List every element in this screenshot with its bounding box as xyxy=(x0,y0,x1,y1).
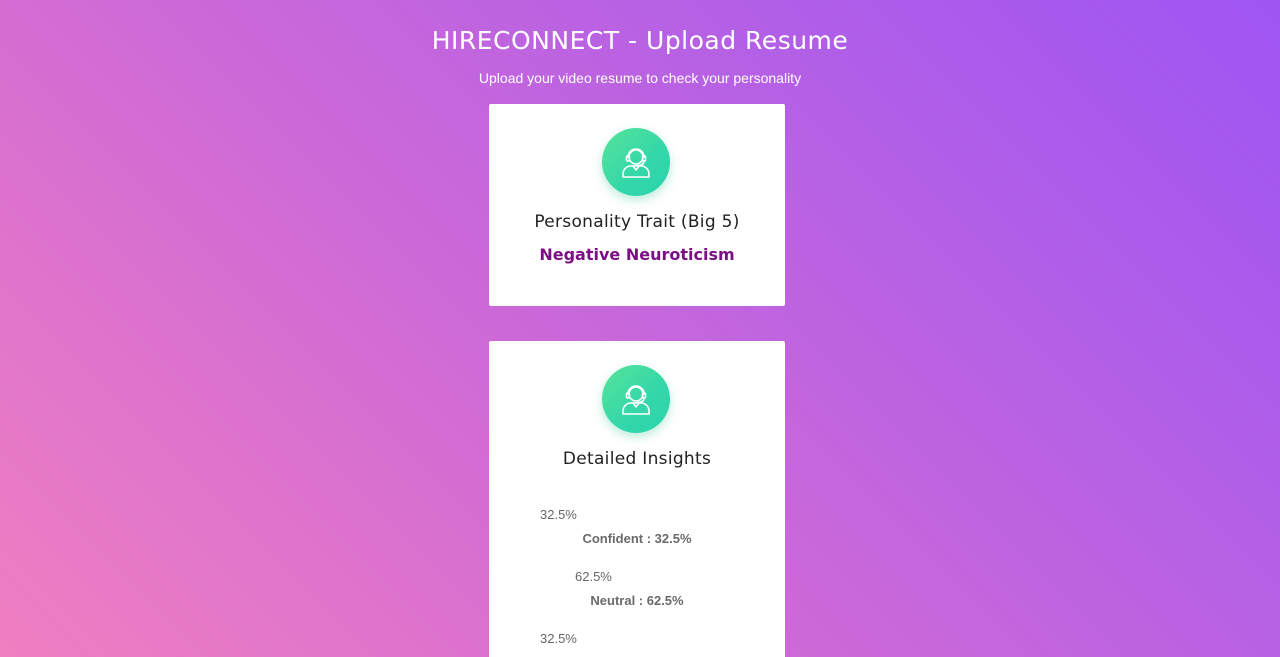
personality-trait-heading: Personality Trait (Big 5) xyxy=(534,212,740,232)
page-title: HIRECONNECT - Upload Resume xyxy=(431,26,849,55)
insight-percentage: 32.5% xyxy=(540,507,577,522)
detailed-insights-card: Detailed Insights 32.5% Confident : 32.5… xyxy=(489,341,785,657)
user-headset-icon xyxy=(602,365,670,433)
detailed-insights-heading: Detailed Insights xyxy=(562,449,712,469)
insight-percentage: 62.5% xyxy=(575,569,612,584)
page-subtitle: Upload your video resume to check your p… xyxy=(478,70,802,86)
personality-trait-value: Negative Neuroticism xyxy=(539,245,735,264)
insight-percentage: 32.5% xyxy=(540,631,577,646)
user-headset-icon xyxy=(602,128,670,196)
insight-label: Neutral : 62.5% xyxy=(590,593,684,608)
personality-trait-card: Personality Trait (Big 5) Negative Neuro… xyxy=(489,104,785,306)
insight-label: Confident : 32.5% xyxy=(582,531,692,546)
